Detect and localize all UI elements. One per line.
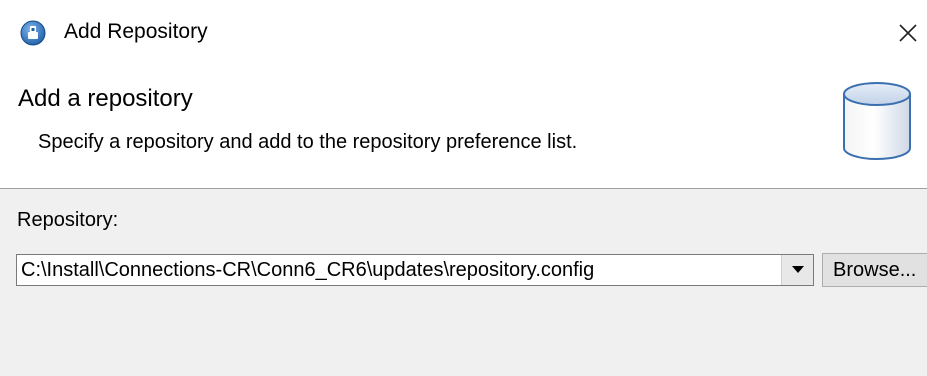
repository-dropdown-button[interactable] [781,255,813,285]
browse-button[interactable]: Browse... [822,253,927,287]
close-icon[interactable] [893,18,923,48]
form-area: Repository: Browse... [0,189,927,376]
repository-input[interactable] [17,255,772,285]
chevron-down-icon [792,266,804,273]
repository-app-icon [20,20,46,46]
repository-label: Repository: [17,209,119,231]
page-title: Add a repository [18,85,193,112]
page-description: Specify a repository and add to the repo… [38,131,578,153]
wizard-header: Add a repository Specify a repository an… [0,66,927,188]
database-cylinder-icon [843,82,911,160]
window-title: Add Repository [64,20,208,43]
repository-combobox[interactable] [16,254,814,286]
title-bar: Add Repository [0,0,927,66]
